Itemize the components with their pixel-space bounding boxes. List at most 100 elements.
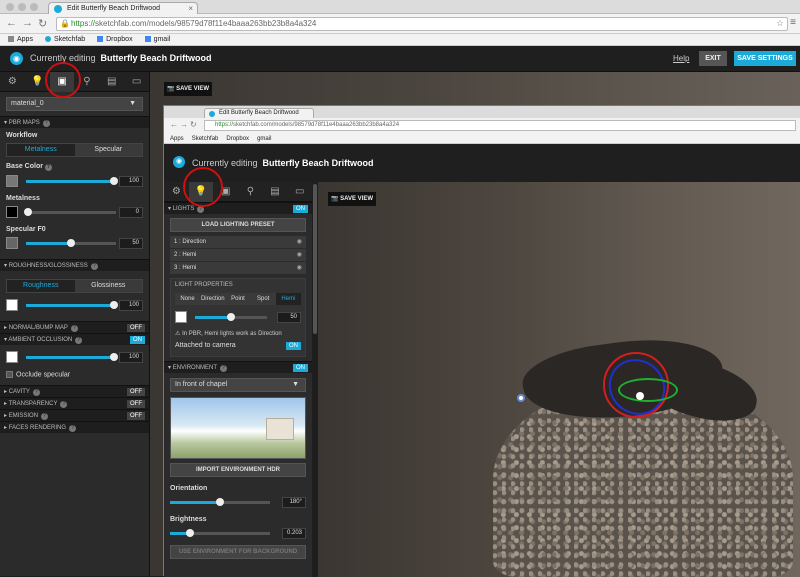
light-handle-direction[interactable] bbox=[517, 394, 525, 402]
scrollbar-thumb[interactable] bbox=[313, 184, 317, 334]
bookmark-dropbox[interactable]: Dropbox bbox=[97, 36, 133, 43]
reload-icon[interactable]: ↻ bbox=[190, 120, 197, 129]
slider-knob[interactable] bbox=[110, 177, 118, 185]
normal-bump-section[interactable]: ▸ NORMAL/BUMP MAP? OFF bbox=[0, 321, 149, 333]
help-icon[interactable]: ? bbox=[44, 164, 52, 171]
transparency-toggle[interactable]: OFF bbox=[127, 400, 145, 409]
orientation-value[interactable]: 180° bbox=[282, 497, 306, 508]
light-item[interactable]: 3 : Hemi ◉ bbox=[170, 262, 306, 274]
nested-address-bar[interactable]: https://sketchfab.com/models/98579d78f11… bbox=[204, 120, 796, 131]
use-environment-background-button[interactable]: USE ENVIRONMENT FOR BACKGROUND bbox=[170, 545, 306, 559]
light-color-swatch[interactable] bbox=[175, 311, 187, 323]
eye-icon[interactable]: ◉ bbox=[297, 236, 302, 248]
metalness-swatch[interactable] bbox=[6, 206, 18, 218]
ambient-occlusion-section[interactable]: ▾ AMBIENT OCCLUSION? ON bbox=[0, 333, 149, 345]
specular-swatch[interactable] bbox=[6, 237, 18, 249]
eye-icon[interactable]: ◉ bbox=[297, 262, 302, 274]
help-icon[interactable]: ? bbox=[197, 206, 205, 213]
faces-rendering-section[interactable]: ▸ FACES RENDERING? bbox=[0, 421, 149, 434]
help-icon[interactable]: ? bbox=[75, 337, 83, 344]
minimize-window-icon[interactable] bbox=[18, 3, 26, 11]
reload-icon[interactable]: ↻ bbox=[38, 17, 47, 30]
bookmark-gmail[interactable]: gmail bbox=[144, 36, 170, 43]
base-color-swatch[interactable] bbox=[6, 175, 18, 187]
roughness-section[interactable]: ▾ ROUGHNESS/GLOSSINESS? bbox=[0, 259, 149, 271]
light-intensity-value[interactable]: 50 bbox=[277, 312, 301, 323]
ao-value[interactable]: 100 bbox=[119, 352, 143, 363]
lights-section[interactable]: ▾ LIGHTS? ON bbox=[164, 202, 312, 214]
address-bar[interactable]: 🔒 https://sketchfab.com/models/98579d78f1… bbox=[56, 17, 788, 31]
back-icon[interactable]: ← bbox=[6, 17, 17, 29]
specular-slider[interactable] bbox=[26, 239, 116, 247]
slider-knob[interactable] bbox=[186, 529, 194, 537]
import-environment-hdr-button[interactable]: IMPORT ENVIRONMENT HDR bbox=[170, 463, 306, 477]
metalness-slider[interactable] bbox=[24, 208, 116, 216]
sketchfab-logo-icon[interactable]: ◉ bbox=[10, 52, 23, 65]
light-type-hemi[interactable]: Hemi bbox=[275, 293, 302, 305]
light-type-direction[interactable]: Direction bbox=[200, 293, 225, 305]
post-processing-film-icon[interactable]: ▤ bbox=[263, 182, 288, 202]
light-type-spot[interactable]: Spot bbox=[251, 293, 276, 305]
vr-headset-icon[interactable]: ▭ bbox=[124, 72, 149, 92]
slider-knob[interactable] bbox=[110, 353, 118, 361]
nested-save-view-button[interactable]: 📷 SAVE VIEW bbox=[328, 192, 376, 206]
bookmark-sketchfab[interactable]: Sketchfab bbox=[192, 136, 219, 142]
ao-slider[interactable] bbox=[26, 353, 118, 361]
slider-knob[interactable] bbox=[67, 239, 75, 247]
browser-menu-icon[interactable]: ≡ bbox=[790, 17, 796, 28]
attached-camera-toggle[interactable]: ON bbox=[286, 342, 301, 350]
metalness-value[interactable]: 0 bbox=[119, 207, 143, 218]
eye-icon[interactable]: ◉ bbox=[297, 249, 302, 261]
slider-knob[interactable] bbox=[227, 313, 235, 321]
environment-toggle[interactable]: ON bbox=[293, 364, 308, 372]
bookmark-apps[interactable]: Apps bbox=[8, 36, 33, 43]
light-item[interactable]: 1 : Direction ◉ bbox=[170, 236, 306, 248]
cavity-section[interactable]: ▸ CAVITY? OFF bbox=[0, 385, 149, 398]
save-settings-button[interactable]: SAVE SETTINGS bbox=[734, 51, 796, 66]
gizmo-rotate-y[interactable] bbox=[618, 378, 678, 402]
bookmark-dropbox[interactable]: Dropbox bbox=[226, 136, 249, 142]
occlude-specular-row[interactable]: Occlude specular bbox=[0, 367, 149, 380]
slider-knob[interactable] bbox=[24, 208, 32, 216]
base-color-slider[interactable] bbox=[26, 177, 118, 185]
help-icon[interactable]: ? bbox=[90, 263, 98, 270]
roughness-swatch[interactable] bbox=[6, 299, 18, 311]
forward-icon[interactable]: → bbox=[22, 17, 33, 29]
emission-section[interactable]: ▸ EMISSION? OFF bbox=[0, 409, 149, 422]
pbr-maps-section[interactable]: ▾ PBR MAPS? bbox=[0, 116, 149, 128]
light-type-none[interactable]: None bbox=[175, 293, 200, 305]
environment-section[interactable]: ▾ ENVIRONMENT? ON bbox=[164, 361, 312, 373]
help-icon[interactable]: ? bbox=[70, 325, 78, 332]
normal-bump-toggle[interactable]: OFF bbox=[127, 324, 145, 332]
help-icon[interactable]: ? bbox=[42, 120, 50, 127]
workflow-metalness-option[interactable]: Metalness bbox=[7, 144, 75, 156]
lights-toggle[interactable]: ON bbox=[293, 205, 308, 213]
close-window-icon[interactable] bbox=[6, 3, 14, 11]
browser-tab[interactable]: Edit Butterfly Beach Driftwood × bbox=[48, 2, 198, 14]
cavity-toggle[interactable]: OFF bbox=[127, 388, 145, 397]
load-lighting-preset-button[interactable]: LOAD LIGHTING PRESET bbox=[170, 218, 306, 232]
slider-knob[interactable] bbox=[216, 498, 224, 506]
specular-value[interactable]: 50 bbox=[119, 238, 143, 249]
back-icon[interactable]: ← bbox=[170, 120, 178, 129]
light-intensity-slider[interactable] bbox=[195, 313, 267, 321]
light-handle-hemi[interactable] bbox=[636, 392, 644, 400]
scene-settings-gear-icon[interactable]: ⚙ bbox=[0, 72, 25, 92]
help-icon[interactable]: ? bbox=[41, 413, 49, 421]
bookmark-sketchfab[interactable]: Sketchfab bbox=[44, 36, 85, 43]
exit-button[interactable]: EXIT bbox=[699, 51, 727, 66]
emission-toggle[interactable]: OFF bbox=[127, 412, 145, 421]
transparency-section[interactable]: ▸ TRANSPARENCY? OFF bbox=[0, 397, 149, 410]
occlude-specular-checkbox[interactable] bbox=[6, 371, 13, 378]
ambient-occlusion-toggle[interactable]: ON bbox=[130, 336, 145, 344]
help-icon[interactable]: ? bbox=[220, 365, 228, 372]
save-view-button[interactable]: 📷 SAVE VIEW bbox=[164, 82, 212, 96]
base-color-value[interactable]: 100 bbox=[119, 176, 143, 187]
roughness-slider[interactable] bbox=[26, 301, 118, 309]
help-icon[interactable]: ? bbox=[69, 425, 77, 433]
nested-browser-tab[interactable]: Edit Butterfly Beach Driftwood bbox=[204, 108, 314, 118]
bookmark-apps[interactable]: Apps bbox=[170, 136, 184, 142]
ao-swatch[interactable] bbox=[6, 351, 18, 363]
help-link[interactable]: Help bbox=[673, 54, 689, 63]
post-processing-film-icon[interactable]: ▤ bbox=[99, 72, 124, 92]
